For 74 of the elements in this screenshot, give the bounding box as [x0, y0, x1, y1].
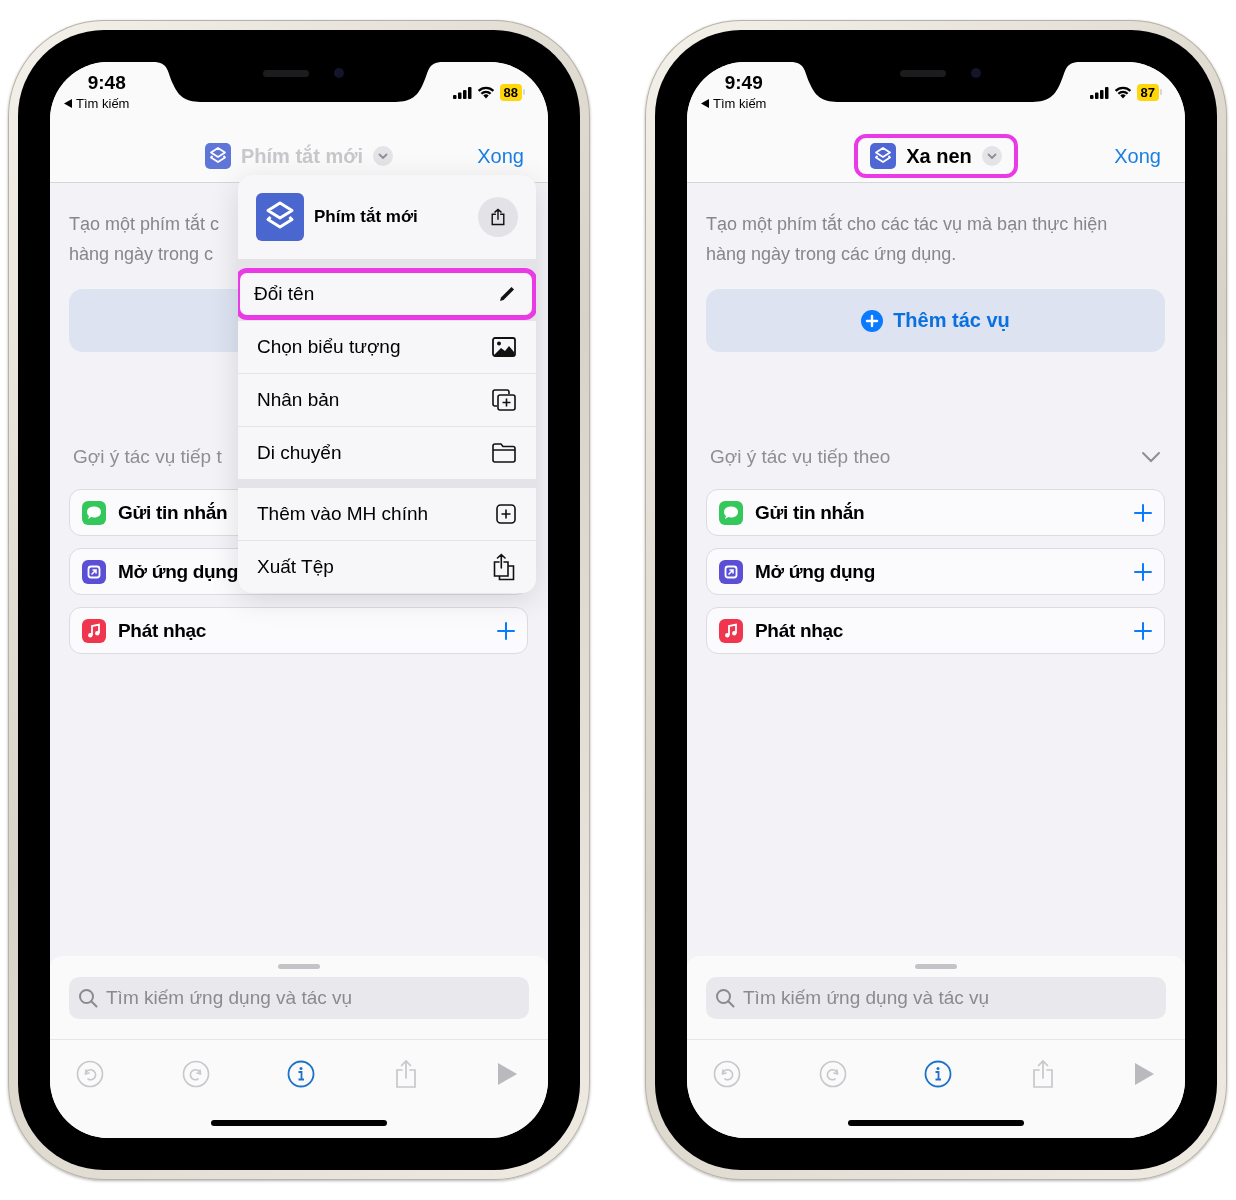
duplicate-icon — [492, 389, 516, 411]
sheet-handle[interactable] — [278, 964, 320, 969]
battery-indicator: 88 — [499, 84, 522, 101]
done-button[interactable]: Xong — [477, 144, 524, 168]
search-icon — [715, 988, 735, 1008]
info-icon[interactable] — [924, 1060, 952, 1088]
suggestions-heading: Gợi ý tác vụ tiếp t — [73, 446, 222, 468]
play-icon[interactable] — [1133, 1062, 1155, 1086]
suggestion-label[interactable]: Phát nhạc — [118, 619, 485, 642]
plus-icon[interactable] — [1134, 503, 1152, 522]
signal-icon — [452, 86, 472, 99]
chevron-down-icon — [373, 146, 393, 166]
done-button[interactable]: Xong — [1114, 144, 1161, 168]
share-button[interactable] — [478, 197, 518, 237]
share-icon — [492, 553, 516, 581]
add-action-button[interactable]: Thêm tác vụ — [706, 289, 1165, 352]
redo-icon[interactable] — [818, 1060, 847, 1088]
status-time: 9:48 — [87, 72, 126, 94]
back-label[interactable]: Tìm kiếm — [713, 96, 767, 111]
layers-icon — [205, 143, 231, 169]
status-time: 9:49 — [724, 72, 763, 94]
play-icon[interactable] — [496, 1062, 518, 1086]
sheet-handle[interactable] — [915, 964, 957, 969]
suggestion-row[interactable]: Phát nhạc — [706, 607, 1165, 654]
wifi-icon — [1113, 86, 1132, 99]
chevron-down-icon[interactable] — [1141, 451, 1161, 463]
back-arrow-icon — [701, 99, 709, 108]
music-note-icon — [719, 618, 743, 643]
undo-icon[interactable] — [76, 1060, 104, 1088]
plus-circle-icon — [861, 309, 884, 332]
suggestion-row[interactable]: Phát nhạc — [69, 607, 528, 654]
suggestion-row[interactable]: Gửi tin nhắn — [706, 489, 1165, 536]
layers-icon — [870, 143, 897, 169]
menu-item[interactable]: Đổi tên — [238, 268, 536, 320]
back-link[interactable]: Tìm kiếm — [701, 96, 767, 111]
message-bubble-icon — [82, 500, 106, 525]
chevron-down-icon — [981, 146, 1002, 166]
description-text: Tạo một phím tắt cho các tác vụ mà bạn thực hiện hàng ngày trong các ứng dụng. — [706, 212, 1108, 266]
info-icon[interactable] — [287, 1060, 315, 1088]
menu-item[interactable]: Nhân bản — [238, 374, 536, 426]
folder-icon — [492, 443, 516, 463]
signal-icon — [1089, 86, 1109, 99]
description-text: Tạo một phím tắt c hàng ngày trong c — [69, 212, 220, 266]
message-bubble-icon — [719, 500, 743, 525]
suggestion-row[interactable]: Mở ứng dụng — [706, 548, 1165, 595]
search-icon — [78, 988, 98, 1008]
wifi-icon — [476, 86, 495, 99]
undo-icon[interactable] — [713, 1060, 741, 1088]
menu-item[interactable]: Thêm vào MH chính — [238, 488, 536, 540]
share-icon — [490, 208, 506, 226]
image-icon — [492, 337, 516, 357]
suggestion-label[interactable]: Mở ứng dụng — [755, 560, 1122, 583]
plus-icon[interactable] — [1134, 621, 1152, 640]
layers-icon — [256, 193, 304, 241]
menu-title: Phím tắt mới — [314, 207, 419, 227]
search-field[interactable]: Tìm kiếm ứng dụng và tác vụ — [69, 977, 529, 1019]
suggestions-heading: Gợi ý tác vụ tiếp theo — [710, 446, 891, 468]
suggestion-label[interactable]: Gửi tin nhắn — [755, 501, 1122, 524]
shortcut-title-button[interactable]: Xa nen — [854, 134, 1018, 178]
battery-indicator: 87 — [1136, 84, 1159, 101]
plus-square-icon — [496, 504, 516, 524]
suggestion-label[interactable]: Phát nhạc — [755, 619, 1122, 642]
back-label[interactable]: Tìm kiếm — [76, 96, 130, 111]
search-field[interactable]: Tìm kiếm ứng dụng và tác vụ — [706, 977, 1166, 1019]
plus-icon[interactable] — [1134, 562, 1152, 581]
back-arrow-icon — [64, 99, 72, 108]
pencil-icon — [497, 284, 517, 304]
menu-item[interactable]: Xuất Tệp — [238, 541, 536, 593]
redo-icon[interactable] — [181, 1060, 210, 1088]
music-note-icon — [82, 618, 106, 643]
menu-item[interactable]: Di chuyển — [238, 427, 536, 479]
plus-icon[interactable] — [497, 621, 515, 640]
back-link[interactable]: Tìm kiếm — [64, 96, 130, 111]
menu-item[interactable]: Chọn biểu tượng — [238, 321, 536, 373]
